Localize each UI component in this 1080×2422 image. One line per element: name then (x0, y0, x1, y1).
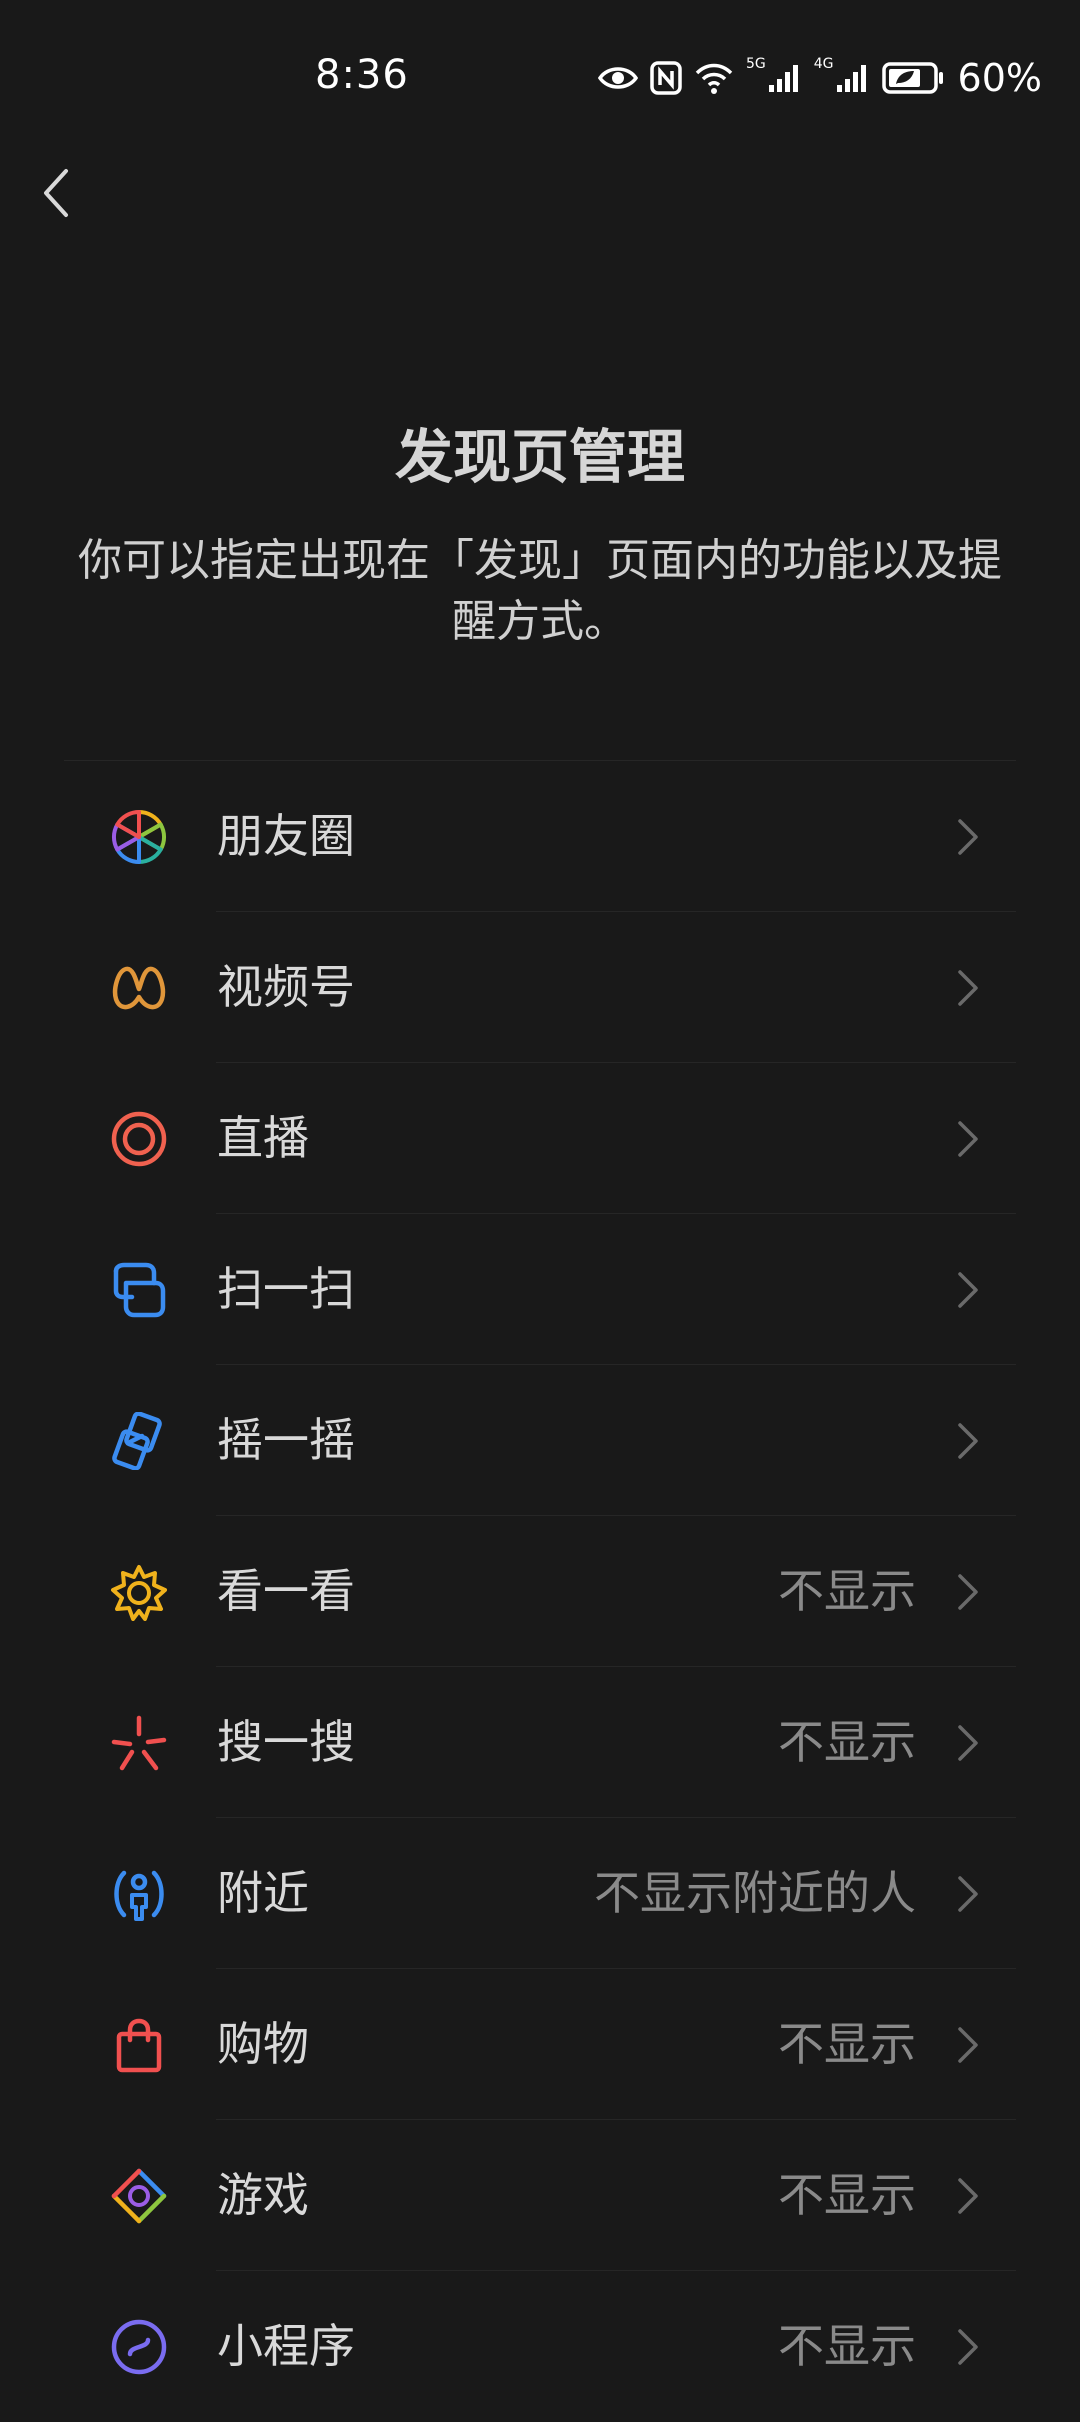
shopping-icon (110, 2016, 168, 2074)
moments-icon (110, 808, 168, 866)
nfc-icon (650, 61, 682, 95)
item-label: 直播 (217, 1111, 309, 1165)
chevron-right-icon (958, 1876, 978, 1912)
item-label: 小程序 (217, 2319, 355, 2373)
top-stories-icon (110, 1563, 168, 1621)
list-item-mini-programs[interactable]: 小程序 不显示 (64, 2271, 1016, 2422)
status-time: 8:36 (315, 52, 409, 98)
settings-list: 朋友圈 视频号 直播 扫一扫 摇一摇 看一看 不显示 搜一搜 不显示 附近 不显… (64, 760, 1016, 2422)
item-label: 购物 (217, 2017, 309, 2071)
list-item-shake[interactable]: 摇一摇 (64, 1365, 1016, 1516)
live-icon (110, 1110, 168, 1168)
item-label: 朋友圈 (217, 809, 355, 863)
item-value: 不显示 (778, 1715, 916, 1769)
item-value: 不显示 (778, 2017, 916, 2071)
item-value: 不显示附近的人 (594, 1866, 916, 1920)
item-label: 游戏 (217, 2168, 309, 2222)
chevron-right-icon (958, 1423, 978, 1459)
signal-2-label: 4G (813, 56, 834, 72)
item-label: 搜一搜 (217, 1715, 355, 1769)
signal-1-icon (768, 65, 798, 92)
battery-icon (881, 62, 943, 94)
games-icon (110, 2167, 168, 2225)
status-bar: 8:36 5G 4G 60% (0, 0, 1080, 150)
page-title: 发现页管理 (394, 423, 685, 491)
list-item-nearby[interactable]: 附近 不显示附近的人 (64, 1818, 1016, 1969)
chevron-right-icon (958, 1272, 978, 1308)
list-item-shopping[interactable]: 购物 不显示 (64, 1969, 1016, 2120)
chevron-right-icon (958, 2027, 978, 2063)
list-item-games[interactable]: 游戏 不显示 (64, 2120, 1016, 2271)
eye-icon (598, 67, 638, 89)
mini-programs-icon (110, 2318, 168, 2376)
list-item-top-stories[interactable]: 看一看 不显示 (64, 1516, 1016, 1667)
item-label: 视频号 (217, 960, 355, 1014)
nearby-icon (110, 1865, 168, 1923)
back-button[interactable] (26, 160, 86, 226)
chevron-right-icon (958, 819, 978, 855)
item-value: 不显示 (778, 2168, 916, 2222)
scan-icon (110, 1261, 168, 1319)
search-icon (110, 1714, 168, 1772)
list-item-live[interactable]: 直播 (64, 1063, 1016, 1214)
wifi-icon (695, 63, 733, 94)
list-item-moments[interactable]: 朋友圈 (64, 761, 1016, 912)
item-label: 附近 (217, 1866, 309, 1920)
item-label: 看一看 (217, 1564, 355, 1618)
item-value: 不显示 (778, 1564, 916, 1618)
chevron-right-icon (958, 1121, 978, 1157)
item-label: 摇一摇 (217, 1413, 355, 1467)
list-item-scan[interactable]: 扫一扫 (64, 1214, 1016, 1365)
chevron-right-icon (958, 1574, 978, 1610)
chevron-right-icon (958, 2178, 978, 2214)
chevron-right-icon (958, 1725, 978, 1761)
back-arrow-icon (44, 169, 68, 217)
page-description: 你可以指定出现在「发现」页面内的功能以及提醒方式。 (78, 535, 1002, 647)
battery-percentage: 60% (957, 56, 1042, 100)
item-value: 不显示 (778, 2319, 916, 2373)
signal-2-icon (836, 65, 866, 92)
status-icons: 5G 4G 60% (598, 56, 1042, 100)
list-item-channels[interactable]: 视频号 (64, 912, 1016, 1063)
chevron-right-icon (958, 970, 978, 1006)
signal-1-label: 5G (746, 56, 766, 72)
shake-icon (110, 1412, 168, 1470)
item-label: 扫一扫 (217, 1262, 355, 1316)
chevron-right-icon (958, 2329, 978, 2365)
list-item-search[interactable]: 搜一搜 不显示 (64, 1667, 1016, 1818)
channels-icon (110, 959, 168, 1017)
